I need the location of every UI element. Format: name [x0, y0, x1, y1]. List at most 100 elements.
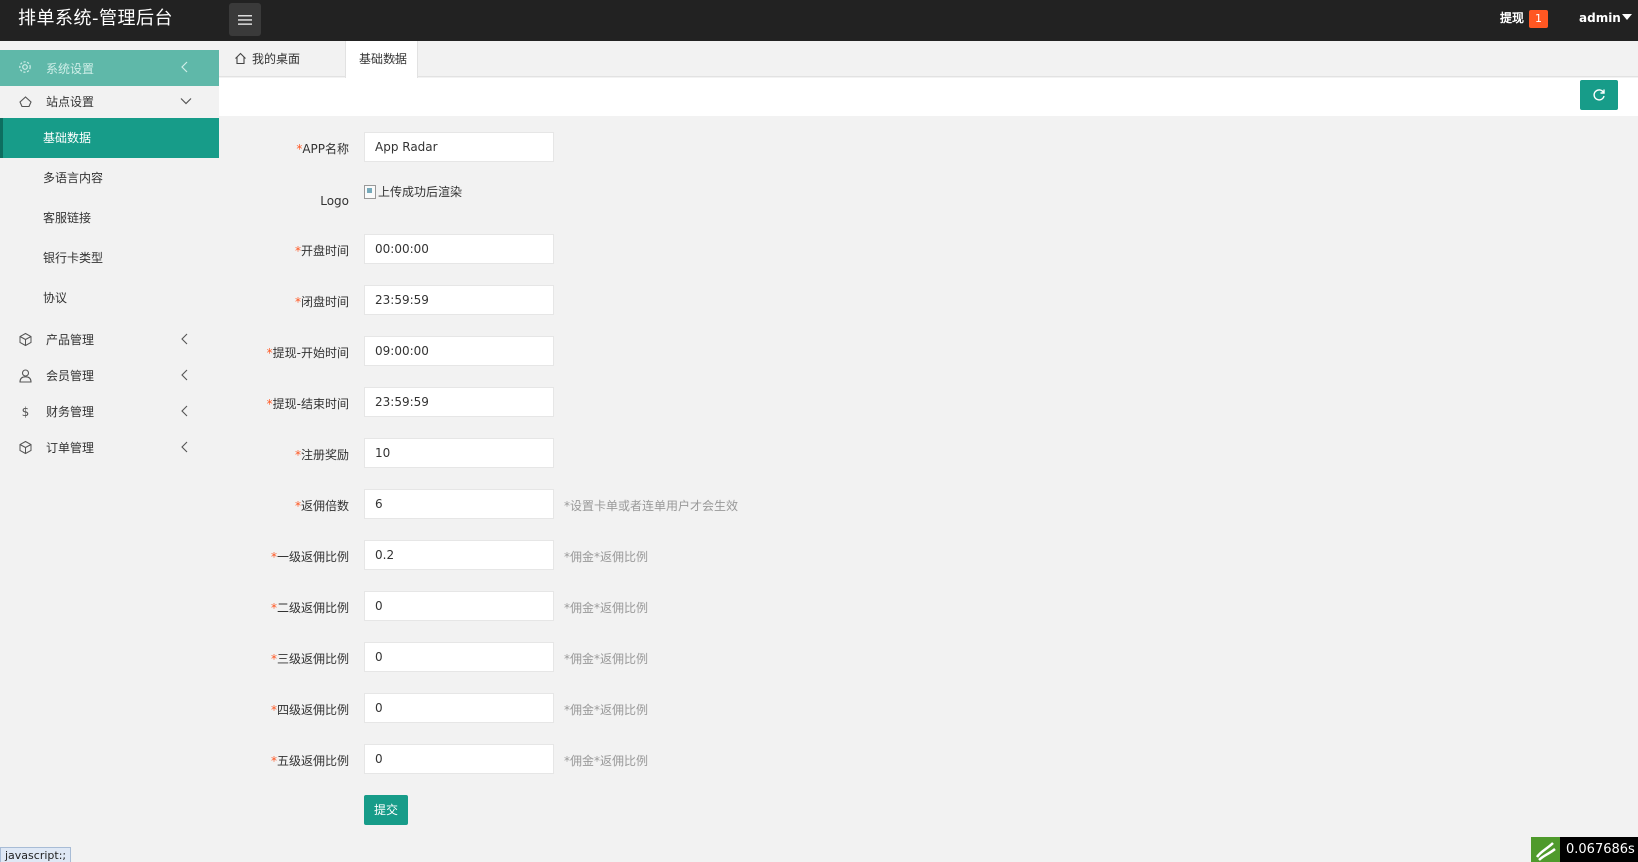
tab-basic-data[interactable]: 基础数据 — [345, 41, 418, 78]
field-hint: *佣金*返佣比例 — [564, 754, 649, 768]
home-icon — [235, 52, 246, 65]
main-content: *APP名称 Logo 上传成功后渲染 *开盘时间 *闭盘时间 *提现-开始时间… — [219, 78, 1638, 862]
sidebar-item-finance[interactable]: $ 财务管理 — [0, 395, 219, 429]
form-row-withdraw-end: *提现-结束时间 — [219, 387, 1638, 417]
chevron-left-icon — [181, 333, 188, 345]
sidebar-item-label: 系统设置 — [46, 62, 95, 76]
withdraw-end-input[interactable] — [364, 387, 554, 417]
box-icon — [19, 332, 32, 347]
sidebar-subitem-bank-card-types[interactable]: 银行卡类型 — [0, 238, 219, 278]
app-name-input[interactable] — [364, 132, 554, 162]
site-icon — [19, 96, 32, 108]
menu-toggle-button[interactable] — [229, 3, 261, 36]
form-row-register-reward: *注册奖励 — [219, 438, 1638, 468]
withdraw-start-input[interactable] — [364, 336, 554, 366]
user-menu[interactable]: admin — [1579, 11, 1621, 25]
page-timer: 0.067686s — [1531, 837, 1638, 862]
field-label: *APP名称 — [296, 142, 349, 156]
tab-label: 我的桌面 — [252, 52, 301, 66]
form-row-withdraw-start: *提现-开始时间 — [219, 336, 1638, 366]
field-hint: *佣金*返佣比例 — [564, 652, 649, 666]
box-icon — [19, 440, 32, 455]
field-label: *提现-开始时间 — [266, 346, 349, 360]
sidebar-item-label: 产品管理 — [46, 333, 95, 347]
sidebar-item-members[interactable]: 会员管理 — [0, 359, 219, 393]
timer-logo-icon — [1531, 837, 1560, 862]
hamburger-icon — [238, 14, 252, 25]
refresh-icon — [1593, 89, 1605, 101]
sidebar-subitem-label: 银行卡类型 — [43, 251, 104, 265]
logo-image[interactable]: 上传成功后渲染 — [364, 184, 462, 200]
form-row-app-name: *APP名称 — [219, 132, 1638, 162]
sidebar-subitem-languages[interactable]: 多语言内容 — [0, 158, 219, 198]
sidebar-subitem-basic-data[interactable]: 基础数据 — [0, 118, 219, 158]
field-label: *一级返佣比例 — [270, 550, 349, 564]
level3-ratio-input[interactable] — [364, 642, 554, 672]
sidebar-item-products[interactable]: 产品管理 — [0, 323, 219, 357]
sidebar-item-label: 会员管理 — [46, 369, 95, 383]
caret-down-icon[interactable] — [1622, 14, 1632, 20]
timer-value: 0.067686s — [1566, 842, 1635, 857]
level2-ratio-input[interactable] — [364, 591, 554, 621]
close-time-input[interactable] — [364, 285, 554, 315]
sidebar-subitem-agreement[interactable]: 协议 — [0, 278, 219, 318]
sidebar-item-label: 订单管理 — [46, 441, 95, 455]
form-row-level3-ratio: *三级返佣比例 *佣金*返佣比例 — [219, 642, 1638, 672]
chevron-left-icon — [181, 61, 188, 73]
sidebar-subitem-label: 客服链接 — [43, 211, 92, 225]
field-label: *提现-结束时间 — [266, 397, 349, 411]
chevron-left-icon — [181, 405, 188, 417]
form-row-level1-ratio: *一级返佣比例 *佣金*返佣比例 — [219, 540, 1638, 570]
sidebar-subitem-label: 协议 — [43, 291, 68, 305]
field-label: *三级返佣比例 — [270, 652, 349, 666]
user-icon — [19, 369, 32, 383]
dollar-icon: $ — [22, 405, 30, 419]
sidebar-item-system-settings[interactable]: 系统设置 — [0, 50, 219, 86]
form-row-commission-multiple: *返佣倍数 *设置卡单或者连单用户才会生效 — [219, 489, 1638, 519]
sidebar-subitem-label: 多语言内容 — [43, 171, 104, 185]
refresh-button[interactable] — [1580, 80, 1618, 110]
status-link-preview: javascript:; — [0, 847, 72, 862]
open-time-input[interactable] — [364, 234, 554, 264]
withdraw-badge: 1 — [1529, 10, 1548, 28]
level5-ratio-input[interactable] — [364, 744, 554, 774]
top-header: 排单系统-管理后台 提现 1 admin — [0, 0, 1638, 41]
form-row-close-time: *闭盘时间 — [219, 285, 1638, 315]
chevron-down-icon — [180, 98, 192, 105]
form-row-level5-ratio: *五级返佣比例 *佣金*返佣比例 — [219, 744, 1638, 774]
content-toolbar — [219, 78, 1638, 116]
form-row-submit: 提交 — [219, 795, 1638, 825]
field-hint: *佣金*返佣比例 — [564, 601, 649, 615]
commission-multiple-input[interactable] — [364, 489, 554, 519]
close-icon[interactable] — [391, 54, 401, 64]
gear-icon — [19, 61, 31, 73]
field-label: *返佣倍数 — [294, 499, 349, 513]
register-reward-input[interactable] — [364, 438, 554, 468]
field-label: *开盘时间 — [294, 244, 349, 258]
level1-ratio-input[interactable] — [364, 540, 554, 570]
field-hint: *佣金*返佣比例 — [564, 550, 649, 564]
field-label: Logo — [320, 194, 349, 208]
submit-button[interactable]: 提交 — [364, 795, 408, 825]
form-row-logo: Logo 上传成功后渲染 — [219, 184, 1638, 214]
app-title: 排单系统-管理后台 — [18, 8, 173, 29]
field-label: *四级返佣比例 — [270, 703, 349, 717]
sidebar-subitem-service-links[interactable]: 客服链接 — [0, 198, 219, 238]
form-row-level2-ratio: *二级返佣比例 *佣金*返佣比例 — [219, 591, 1638, 621]
sidebar-item-orders[interactable]: 订单管理 — [0, 431, 219, 465]
broken-image-icon — [364, 185, 376, 199]
withdraw-link[interactable]: 提现 — [1500, 11, 1524, 25]
form-row-open-time: *开盘时间 — [219, 234, 1638, 264]
sidebar-item-label: 站点设置 — [46, 95, 95, 109]
chevron-left-icon — [181, 369, 188, 381]
svg-text:$: $ — [22, 405, 30, 419]
field-label: *二级返佣比例 — [270, 601, 349, 615]
tab-home[interactable]: 我的桌面 — [219, 41, 345, 77]
field-label: *闭盘时间 — [294, 295, 349, 309]
sidebar-item-site-settings[interactable]: 站点设置 — [0, 85, 219, 119]
field-hint: *设置卡单或者连单用户才会生效 — [564, 499, 739, 513]
chevron-left-icon — [181, 441, 188, 453]
field-label: *注册奖励 — [294, 448, 349, 462]
tab-bar: 我的桌面 基础数据 — [219, 41, 1638, 78]
level4-ratio-input[interactable] — [364, 693, 554, 723]
